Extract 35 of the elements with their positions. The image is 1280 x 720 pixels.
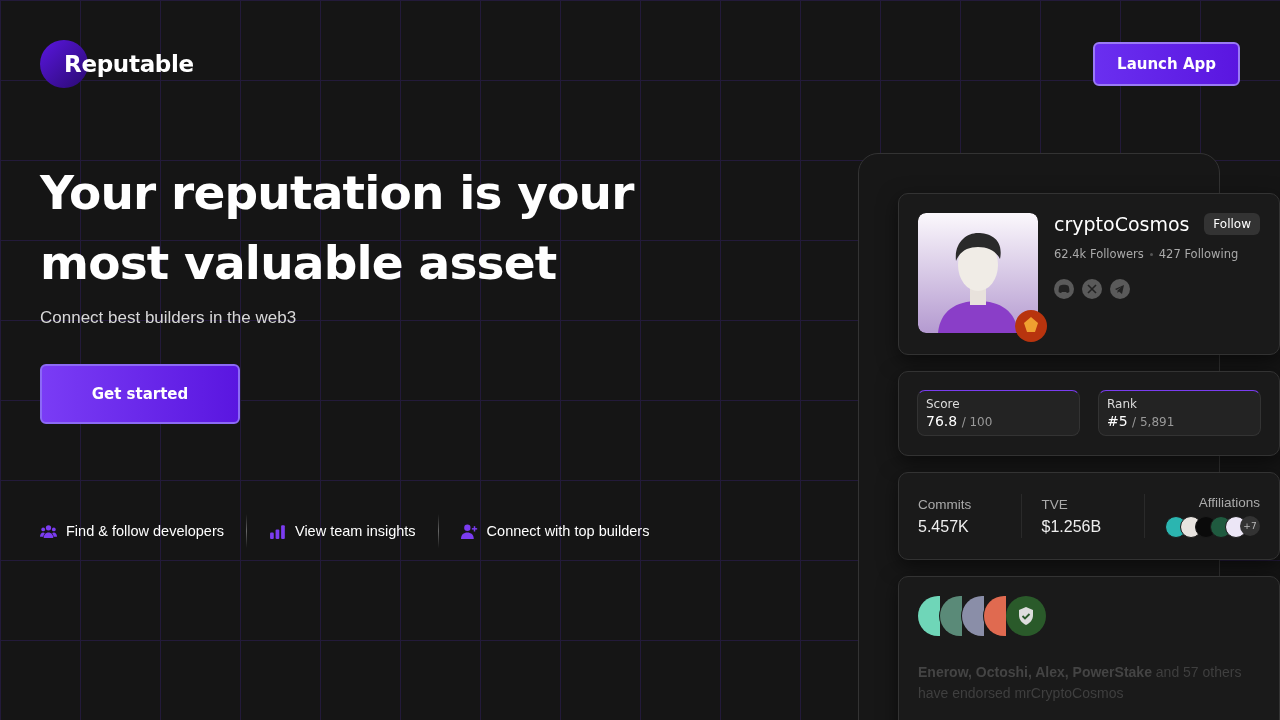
feature-label: Connect with top builders	[486, 523, 650, 539]
get-started-button[interactable]: Get started	[40, 364, 240, 424]
stat-value: 76.8	[926, 413, 958, 429]
profile-name: cryptoCosmos	[1054, 213, 1190, 235]
avatar[interactable]	[962, 596, 984, 636]
metric-label: Commits	[918, 496, 973, 512]
badge-icon	[1015, 310, 1047, 342]
feature-label: Find & follow developers	[66, 523, 224, 539]
stat-value: #5	[1107, 413, 1128, 429]
metric-value: $1.256B	[1041, 517, 1103, 536]
stat-label: Rank	[1107, 397, 1138, 411]
more-count[interactable]: +7	[1240, 515, 1260, 536]
metric-value: 5.457K	[918, 517, 970, 536]
headline: Your reputation is your most valuable asset	[40, 164, 636, 292]
metric-label: Affiliations	[1198, 494, 1260, 510]
stat-label: Score	[926, 397, 961, 411]
launch-app-button[interactable]: Launch App	[1093, 42, 1240, 86]
following-count[interactable]: 427 Following	[1158, 247, 1239, 261]
stat-total: / 5,891	[1132, 415, 1175, 429]
feature-label: View team insights	[295, 523, 416, 539]
avatar[interactable]	[984, 596, 1006, 636]
bar-chart-icon	[269, 522, 286, 540]
people-icon	[40, 522, 57, 540]
telegram-icon[interactable]	[1110, 279, 1130, 299]
metric-label: TVE	[1041, 496, 1069, 512]
followers-count[interactable]: 62.4k Followers	[1054, 247, 1144, 261]
avatar[interactable]	[918, 596, 940, 636]
shield-check-icon	[1006, 596, 1046, 636]
stat-total: / 100	[961, 415, 993, 429]
avatar[interactable]	[940, 596, 962, 636]
add-user-icon	[460, 522, 478, 540]
subtitle: Connect best builders in the web3	[40, 308, 298, 328]
discord-icon[interactable]	[1054, 279, 1074, 299]
follow-button[interactable]: Follow	[1204, 213, 1260, 235]
x-icon[interactable]	[1082, 279, 1102, 299]
